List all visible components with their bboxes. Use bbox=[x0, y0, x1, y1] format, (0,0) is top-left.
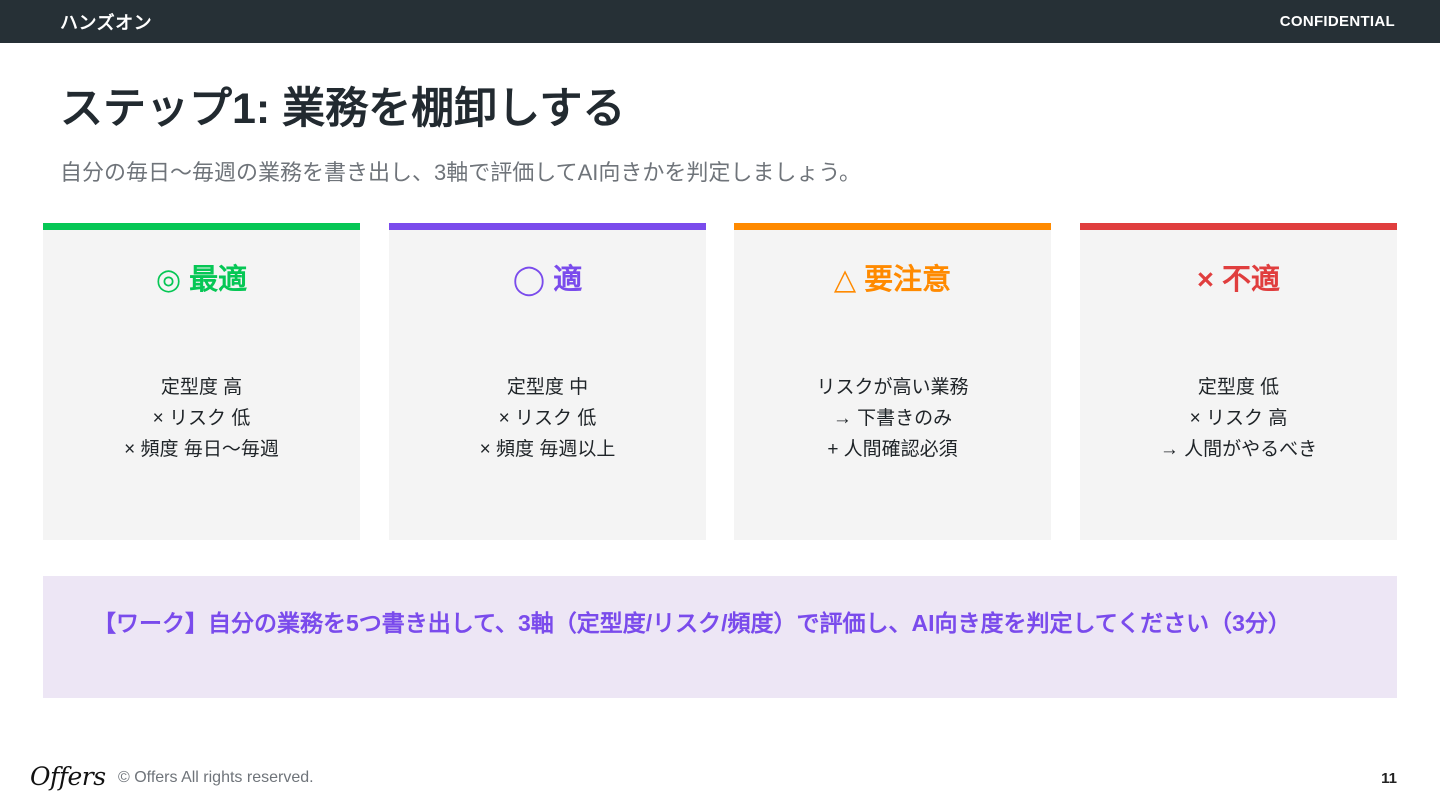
card-line: → 人間がやるべき bbox=[1159, 439, 1318, 460]
card-heading: × 不適 bbox=[1197, 264, 1280, 296]
card-line: × リスク 低 bbox=[152, 408, 251, 429]
card-line: + 人間確認必須 bbox=[827, 439, 958, 460]
card-line: 定型度 高 bbox=[160, 377, 243, 398]
card-line: → 下書きのみ bbox=[832, 408, 953, 429]
card-suitable: ◯ 適 定型度 中 × リスク 低 × 頻度 毎週以上 bbox=[389, 223, 706, 540]
card-caution: △ 要注意 リスクが高い業務 → 下書きのみ + 人間確認必須 bbox=[734, 223, 1051, 540]
card-unsuitable: × 不適 定型度 低 × リスク 高 → 人間がやるべき bbox=[1080, 223, 1397, 540]
card-line: × リスク 高 bbox=[1189, 408, 1288, 429]
work-callout: 【ワーク】自分の業務を5つ書き出して、3軸（定型度/リスク/頻度）で評価し、AI… bbox=[43, 576, 1397, 698]
copyright: © Offers All rights reserved. bbox=[118, 769, 314, 786]
card-line: 定型度 低 bbox=[1197, 377, 1280, 398]
card-body: リスクが高い業務 → 下書きのみ + 人間確認必須 bbox=[734, 372, 1051, 465]
confidential-label: CONFIDENTIAL bbox=[1279, 13, 1395, 30]
card-line: リスクが高い業務 bbox=[816, 377, 969, 398]
page-number: 11 bbox=[1381, 770, 1397, 787]
rating-cards: ◎ 最適 定型度 高 × リスク 低 × 頻度 毎日〜毎週 ◯ 適 定型度 中 … bbox=[43, 223, 1397, 540]
page-title: ステップ1: 業務を棚卸しする bbox=[60, 85, 626, 133]
top-bar: ハンズオン CONFIDENTIAL bbox=[0, 0, 1440, 43]
card-heading: ◎ 最適 bbox=[155, 264, 248, 296]
card-optimal: ◎ 最適 定型度 高 × リスク 低 × 頻度 毎日〜毎週 bbox=[43, 223, 360, 540]
card-body: 定型度 高 × リスク 低 × 頻度 毎日〜毎週 bbox=[43, 372, 360, 465]
card-body: 定型度 中 × リスク 低 × 頻度 毎週以上 bbox=[389, 372, 706, 465]
card-line: × 頻度 毎週以上 bbox=[479, 439, 616, 460]
card-heading: ◯ 適 bbox=[512, 264, 583, 296]
card-body: 定型度 低 × リスク 高 → 人間がやるべき bbox=[1080, 372, 1397, 465]
card-line: 定型度 中 bbox=[506, 377, 589, 398]
card-heading: △ 要注意 bbox=[833, 264, 952, 296]
card-line: × リスク 低 bbox=[498, 408, 597, 429]
slide: ハンズオン CONFIDENTIAL ステップ1: 業務を棚卸しする 自分の毎日… bbox=[0, 0, 1440, 810]
page-subtitle: 自分の毎日〜毎週の業務を書き出し、3軸で評価してAI向きかを判定しましょう。 bbox=[60, 160, 862, 185]
card-line: × 頻度 毎日〜毎週 bbox=[124, 439, 279, 460]
section-label: ハンズオン bbox=[60, 12, 153, 33]
offers-logo: Offers bbox=[30, 762, 106, 791]
